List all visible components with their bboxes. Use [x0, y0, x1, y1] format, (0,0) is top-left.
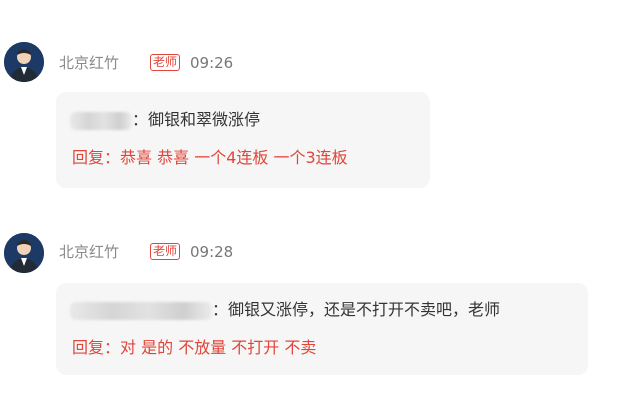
message-time: 09:26: [190, 54, 234, 72]
teacher-badge: 老师: [150, 243, 181, 260]
message-bubble: ：御银和翠微涨停 回复：恭喜 恭喜 一个4连板 一个3连板: [56, 92, 430, 188]
avatar-portrait-icon: [4, 233, 44, 273]
quote-separator: ：: [212, 300, 229, 319]
avatar-portrait-icon: [4, 42, 44, 82]
blurred-username: [70, 301, 212, 320]
chat-thread: 北京红竹 老师 09:26 ：御银和翠微涨停 回复：恭喜 恭喜 一个4连板 一个…: [0, 0, 640, 402]
quoted-message: ：御银和翠微涨停: [70, 109, 260, 131]
reply-text: 对 是的 不放量 不打开 不卖: [120, 338, 317, 357]
reply-line: 回复：对 是的 不放量 不打开 不卖: [72, 337, 316, 359]
blurred-username: [70, 111, 132, 130]
avatar[interactable]: [4, 42, 44, 82]
reply-text: 恭喜 恭喜 一个4连板 一个3连板: [120, 148, 348, 167]
reply-line: 回复：恭喜 恭喜 一个4连板 一个3连板: [72, 147, 348, 169]
teacher-badge: 老师: [150, 54, 181, 71]
message-time: 09:28: [190, 243, 234, 261]
reply-prefix: 回复：: [72, 148, 121, 167]
quote-separator: ：: [132, 110, 149, 129]
quoted-message: ：御银又涨停，还是不打开不卖吧，老师: [70, 299, 500, 321]
quote-text: 御银又涨停，还是不打开不卖吧，老师: [228, 300, 501, 319]
author-name[interactable]: 北京红竹: [59, 54, 119, 72]
message-bubble: ：御银又涨停，还是不打开不卖吧，老师 回复：对 是的 不放量 不打开 不卖: [56, 283, 588, 375]
reply-prefix: 回复：: [72, 338, 121, 357]
avatar[interactable]: [4, 233, 44, 273]
author-name[interactable]: 北京红竹: [59, 243, 119, 261]
quote-text: 御银和翠微涨停: [148, 110, 261, 129]
